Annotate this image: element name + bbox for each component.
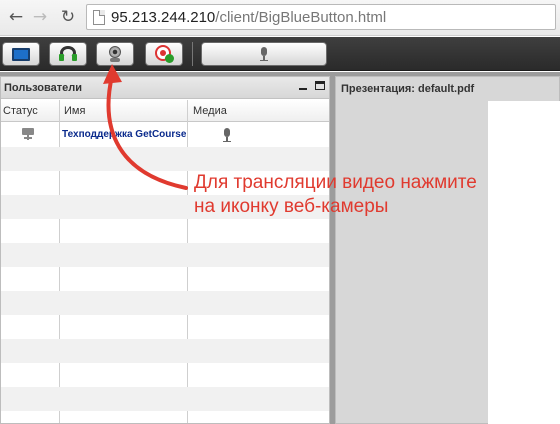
users-panel-titlebar: Пользователи <box>1 77 329 99</box>
presentation-panel: Презентация: default.pdf <box>335 76 560 424</box>
annotation-text: Для трансляции видео нажмите на иконку в… <box>194 171 560 219</box>
toolbar-separator <box>192 42 193 66</box>
microphone-button[interactable] <box>201 42 327 66</box>
record-icon <box>155 45 174 63</box>
empty-row <box>1 147 329 171</box>
maximize-icon[interactable] <box>315 81 325 90</box>
page-icon <box>93 10 105 25</box>
microphone-icon <box>260 47 268 61</box>
reload-icon[interactable]: ↻ <box>58 7 78 27</box>
users-list: Техподдержка GetCourse <box>1 123 329 423</box>
url-text: 95.213.244.210/client/BigBlueButton.html <box>111 9 386 26</box>
app-toolbar <box>0 37 560 71</box>
column-header-media[interactable]: Медиа <box>193 105 227 117</box>
empty-row <box>1 387 329 411</box>
empty-row <box>1 411 329 423</box>
empty-row <box>1 219 329 243</box>
annotation-line-2: на иконку веб-камеры <box>194 196 389 217</box>
user-row[interactable]: Техподдержка GetCourse <box>1 123 329 147</box>
column-header-name[interactable]: Имя <box>64 105 85 117</box>
browser-toolbar: ← → ↻ 95.213.244.210/client/BigBlueButto… <box>0 0 560 36</box>
empty-row <box>1 315 329 339</box>
presentation-slide <box>488 101 560 424</box>
empty-row <box>1 291 329 315</box>
column-header-status[interactable]: Статус <box>3 105 38 117</box>
annotation-line-1: Для трансляции видео нажмите <box>194 172 477 193</box>
desktop-share-button[interactable] <box>2 42 40 66</box>
address-bar[interactable]: 95.213.244.210/client/BigBlueButton.html <box>86 4 556 30</box>
forward-arrow-icon[interactable]: → <box>30 7 50 27</box>
presenter-icon <box>22 128 34 140</box>
minimize-icon[interactable] <box>297 80 309 92</box>
headset-icon <box>59 46 77 62</box>
empty-row <box>1 243 329 267</box>
microphone-icon <box>223 128 231 142</box>
users-panel: Пользователи Статус Имя Медиа Техподдерж… <box>0 76 330 424</box>
empty-row <box>1 339 329 363</box>
users-panel-title: Пользователи <box>4 82 83 94</box>
presentation-title: Презентация: default.pdf <box>341 83 475 95</box>
users-grid-header: Статус Имя Медиа <box>1 100 329 122</box>
workspace: Пользователи Статус Имя Медиа Техподдерж… <box>0 72 560 424</box>
webcam-icon <box>107 45 123 63</box>
record-button[interactable] <box>145 42 183 66</box>
user-name: Техподдержка GetCourse <box>62 129 186 140</box>
join-audio-button[interactable] <box>49 42 87 66</box>
desktop-share-icon <box>12 47 30 61</box>
url-host: 95.213.244.210 <box>111 9 216 26</box>
empty-row <box>1 363 329 387</box>
url-path: /client/BigBlueButton.html <box>215 9 387 26</box>
webcam-button[interactable] <box>96 42 134 66</box>
empty-row <box>1 267 329 291</box>
back-arrow-icon[interactable]: ← <box>6 7 26 27</box>
